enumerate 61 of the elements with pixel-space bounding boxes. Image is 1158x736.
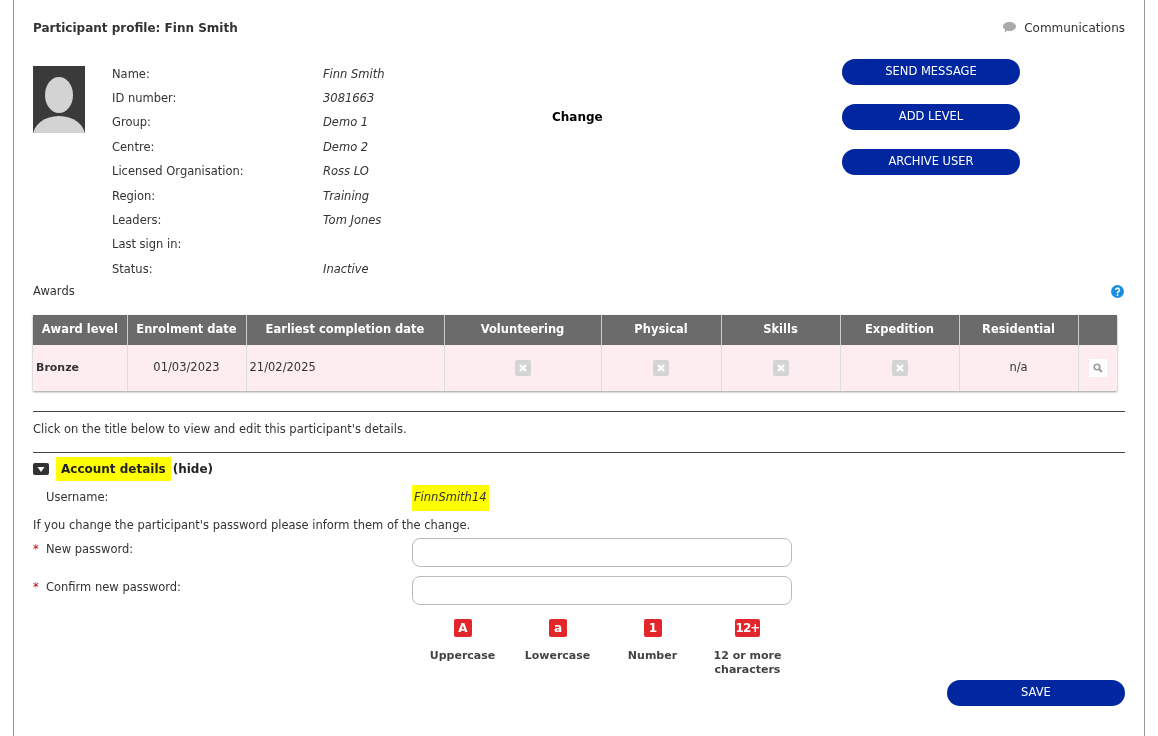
action-button[interactable]: ARCHIVE USER [842, 149, 1020, 175]
change-link[interactable]: Change [552, 108, 603, 126]
column-header: Award level [33, 314, 127, 345]
table-cell: Bronze [33, 344, 127, 391]
awards-title: Awards [33, 282, 75, 300]
field-value: Demo 2 [323, 138, 369, 156]
column-header: Earliest completion date [246, 314, 444, 345]
field-label: Confirm new password: [46, 579, 181, 596]
action-button[interactable]: SEND MESSAGE [842, 59, 1020, 85]
required-marker: * [33, 579, 39, 596]
field-label: ID number: [112, 89, 178, 107]
rule-badge: a [548, 619, 567, 637]
username-value: FinnSmith14 [412, 485, 489, 511]
column-header: Volunteering [444, 314, 601, 345]
table-cell: n/a [959, 344, 1078, 391]
field-label: Region: [112, 187, 157, 205]
field-label: New password: [46, 541, 134, 558]
field-value: 3081663 [323, 89, 375, 107]
field-label: Status: [112, 260, 154, 278]
field-value: Demo 1 [323, 114, 369, 132]
hide-link[interactable]: (hide) [172, 460, 214, 478]
column-header: Skills [721, 314, 840, 345]
rule-badge: A [453, 619, 472, 637]
rule-label: Uppercase [428, 649, 497, 663]
password-field[interactable] [412, 538, 792, 567]
speech-bubble-icon [1003, 22, 1017, 33]
column-header: Expedition [840, 314, 959, 345]
help-icon[interactable] [1111, 284, 1124, 298]
rule-label: Lowercase [523, 649, 592, 663]
field-value: Finn Smith [323, 65, 385, 83]
password-field[interactable] [412, 576, 792, 605]
column-header: Enrolment date [127, 314, 246, 345]
field-label: Leaders: [112, 211, 163, 229]
page-title: Participant profile: Finn Smith [33, 19, 238, 37]
field-label: Name: [112, 65, 151, 83]
required-marker: * [33, 541, 39, 558]
action-button[interactable]: ADD LEVEL [842, 104, 1020, 130]
field-value: Ross LO [323, 163, 369, 181]
save-button[interactable]: SAVE [947, 680, 1125, 706]
table-cell: 21/02/2025 [246, 344, 444, 391]
field-label: Centre: [112, 138, 156, 156]
field-value: Inactive [323, 260, 369, 278]
collapse-icon[interactable] [33, 463, 49, 475]
password-note: If you change the participant's password please inform them of the change. [33, 517, 471, 535]
column-header: Physical [601, 314, 721, 345]
field-value: Training [323, 187, 370, 205]
search-icon[interactable] [1088, 358, 1107, 377]
rule-badge: 1 [643, 619, 662, 637]
field-label: Last sign in: [112, 236, 183, 254]
field-value: Tom Jones [323, 211, 382, 229]
section-title[interactable]: Account details [56, 457, 171, 481]
instructions-text: Click on the title below to view and edit this participant's details. [33, 421, 407, 436]
field-label: Username: [46, 489, 110, 507]
rule-badge: 12+ [734, 619, 761, 637]
field-label: Licensed Organisation: [112, 163, 245, 181]
rule-label: Number [626, 649, 679, 663]
field-label: Group: [112, 114, 152, 132]
column-header: Residential [959, 314, 1078, 345]
communications-link[interactable]: Communications [1003, 18, 1125, 37]
rule-label: 12 or more characters [712, 649, 783, 677]
table-cell: 01/03/2023 [127, 344, 246, 391]
